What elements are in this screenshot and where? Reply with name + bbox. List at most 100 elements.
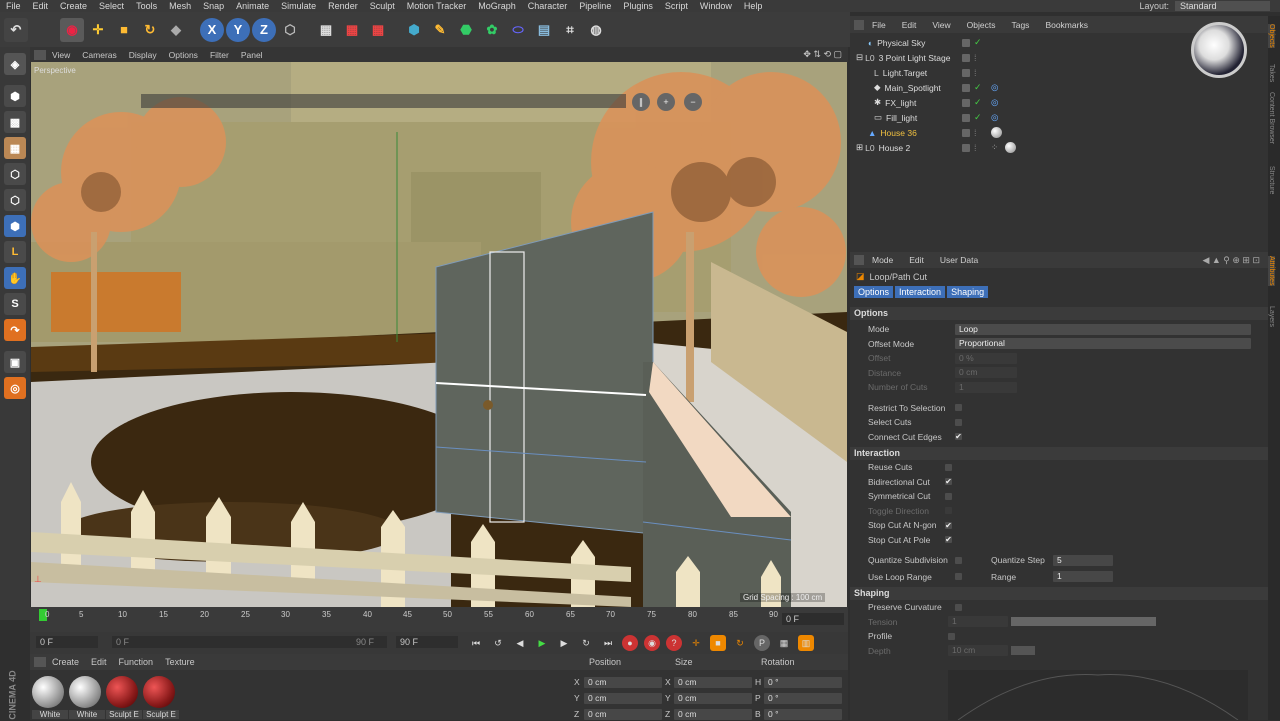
visibility-toggle[interactable] [962,68,970,77]
light-icon[interactable]: ◍ [584,18,608,42]
menu-mesh[interactable]: Mesh [163,0,197,12]
autokey-icon[interactable]: ◉ [644,635,660,651]
render-picture-viewer-icon[interactable]: ▦ [340,18,364,42]
select-tool-icon[interactable]: ◉ [60,17,84,42]
key-rotation-icon[interactable]: ↻ [732,635,748,651]
depth-field[interactable]: 10 cm [948,645,1008,657]
menu-mograph[interactable]: MoGraph [472,0,522,12]
polygons-mode-icon[interactable]: ⬢ [4,215,26,237]
viewport-menu-display[interactable]: Display [123,50,163,60]
viewport-menu-filter[interactable]: Filter [204,50,235,60]
menu-window[interactable]: Window [694,0,738,12]
tension-slider[interactable] [1011,617,1156,627]
viewport-pause-button[interactable]: ∥ [632,93,650,111]
cuts-field[interactable]: 1 [955,381,1017,393]
menu-create[interactable]: Create [54,0,93,12]
connect-checkbox[interactable]: ✔ [955,433,962,441]
object-menu-edit[interactable]: Edit [894,20,925,30]
quant-sub-checkbox[interactable] [955,556,962,564]
side-tab-takes[interactable]: Takes [1268,64,1275,82]
visibility-toggle[interactable] [962,143,970,152]
material-item[interactable]: White [69,674,105,719]
solo-icon[interactable]: ◎ [4,377,26,399]
profile-curve-graph[interactable] [948,670,1248,720]
go-to-start-icon[interactable]: ⏮ [468,635,484,651]
target-tag-icon[interactable]: ◎ [991,82,998,93]
make-editable-icon[interactable]: ◈ [4,53,26,75]
side-tab-layers[interactable]: Layers [1268,306,1275,327]
quant-step-field[interactable]: 5 [1053,554,1113,566]
menu-motion-tracker[interactable]: Motion Tracker [401,0,473,12]
material-tag-icon[interactable] [991,127,1002,138]
cube-icon[interactable]: ⬢ [402,18,426,42]
floor-icon[interactable]: ▤ [532,18,556,42]
previous-key-icon[interactable]: ↺ [490,635,506,651]
timeline-icon[interactable]: ▥ [798,635,814,651]
texture-mode-icon[interactable]: ▩ [4,111,26,133]
y-axis-icon[interactable]: Y [226,17,250,42]
timeline-ruler[interactable]: 0 5 10 15 20 25 30 35 40 45 50 55 60 65 … [30,607,848,632]
key-position-icon[interactable]: ✛ [688,635,704,651]
range-start-field[interactable]: 0 F [112,636,387,648]
subdivision-icon[interactable]: ⬣ [454,18,478,42]
go-to-end-icon[interactable]: ⏭ [600,635,616,651]
object-row[interactable]: ▲ House 36 ⁞ [850,125,1268,140]
max-frame-field[interactable]: 90 F [396,636,458,648]
undo-icon[interactable]: ↶ [4,17,28,42]
material-menu-edit[interactable]: Edit [85,657,113,667]
viewport-menu-cameras[interactable]: Cameras [76,50,122,60]
toggle-checkbox[interactable] [945,507,952,515]
visibility-toggle[interactable] [962,83,970,92]
object-row[interactable]: ⊞ L0 House 2 ⁞ ⁘ [850,140,1268,155]
cloner-icon[interactable]: ✿ [480,18,504,42]
tab-interaction[interactable]: Interaction [895,286,946,298]
rotation-b-field[interactable]: 0 ° [764,708,842,720]
material-menu-function[interactable]: Function [113,657,160,667]
visibility-toggle[interactable] [962,53,970,62]
visibility-toggle[interactable] [962,38,970,47]
menu-tools[interactable]: Tools [130,0,163,12]
object-menu-bookmarks[interactable]: Bookmarks [1037,20,1096,30]
object-row[interactable]: ✱ FX_light ✓ ◎ [850,95,1268,110]
material-tag-icon[interactable] [1005,142,1016,153]
object-menu-objects[interactable]: Objects [959,20,1004,30]
workplane-lock-icon[interactable]: ▣ [4,351,26,373]
pen-icon[interactable]: ✎ [428,18,452,42]
key-parameter-icon[interactable]: P [754,635,770,651]
render-settings-icon[interactable]: ▦ [366,18,390,42]
attribute-menu-mode[interactable]: Mode [864,255,901,265]
enabled-check-icon[interactable]: ✓ [974,97,982,108]
object-row[interactable]: ◆ Main_Spotlight ✓ ◎ [850,80,1268,95]
attribute-menu-user-data[interactable]: User Data [932,255,986,265]
menu-file[interactable]: File [0,0,27,12]
move-tool-icon[interactable]: ✛ [86,18,110,42]
z-axis-icon[interactable]: Z [252,17,276,42]
menu-sculpt[interactable]: Sculpt [364,0,401,12]
loop-range-checkbox[interactable] [955,573,962,581]
axis-mode-icon[interactable]: L [4,241,26,263]
object-row[interactable]: ▭ Fill_light ✓ ◎ [850,110,1268,125]
side-tab-structure[interactable]: Structure [1268,166,1275,194]
tab-shaping[interactable]: Shaping [947,286,989,298]
distance-field[interactable]: 0 cm [955,367,1017,379]
expand-icon[interactable]: ⊟ [856,52,863,63]
object-menu-view[interactable]: View [924,20,958,30]
next-key-icon[interactable]: ↻ [578,635,594,651]
viewport-menu-view[interactable]: View [46,50,76,60]
recent-tool-icon[interactable]: ◆ [164,18,188,42]
object-menu-tags[interactable]: Tags [1003,20,1037,30]
tension-field[interactable]: 1 [948,616,1008,628]
symm-checkbox[interactable] [945,492,952,500]
x-axis-icon[interactable]: X [200,17,224,42]
key-pla-icon[interactable]: ▦ [776,635,792,651]
menu-plugins[interactable]: Plugins [617,0,659,12]
key-scale-icon[interactable]: ■ [710,635,726,651]
attribute-menu-edit[interactable]: Edit [901,255,932,265]
expand-icon[interactable]: ⊞ [856,142,863,153]
restrict-checkbox[interactable] [955,404,962,412]
target-tag-icon[interactable]: ◎ [991,97,998,108]
offset-field[interactable]: 0 % [955,352,1017,364]
menu-snap[interactable]: Snap [197,0,230,12]
tab-options[interactable]: Options [854,286,894,298]
position-x-field[interactable]: 0 cm [584,676,662,688]
